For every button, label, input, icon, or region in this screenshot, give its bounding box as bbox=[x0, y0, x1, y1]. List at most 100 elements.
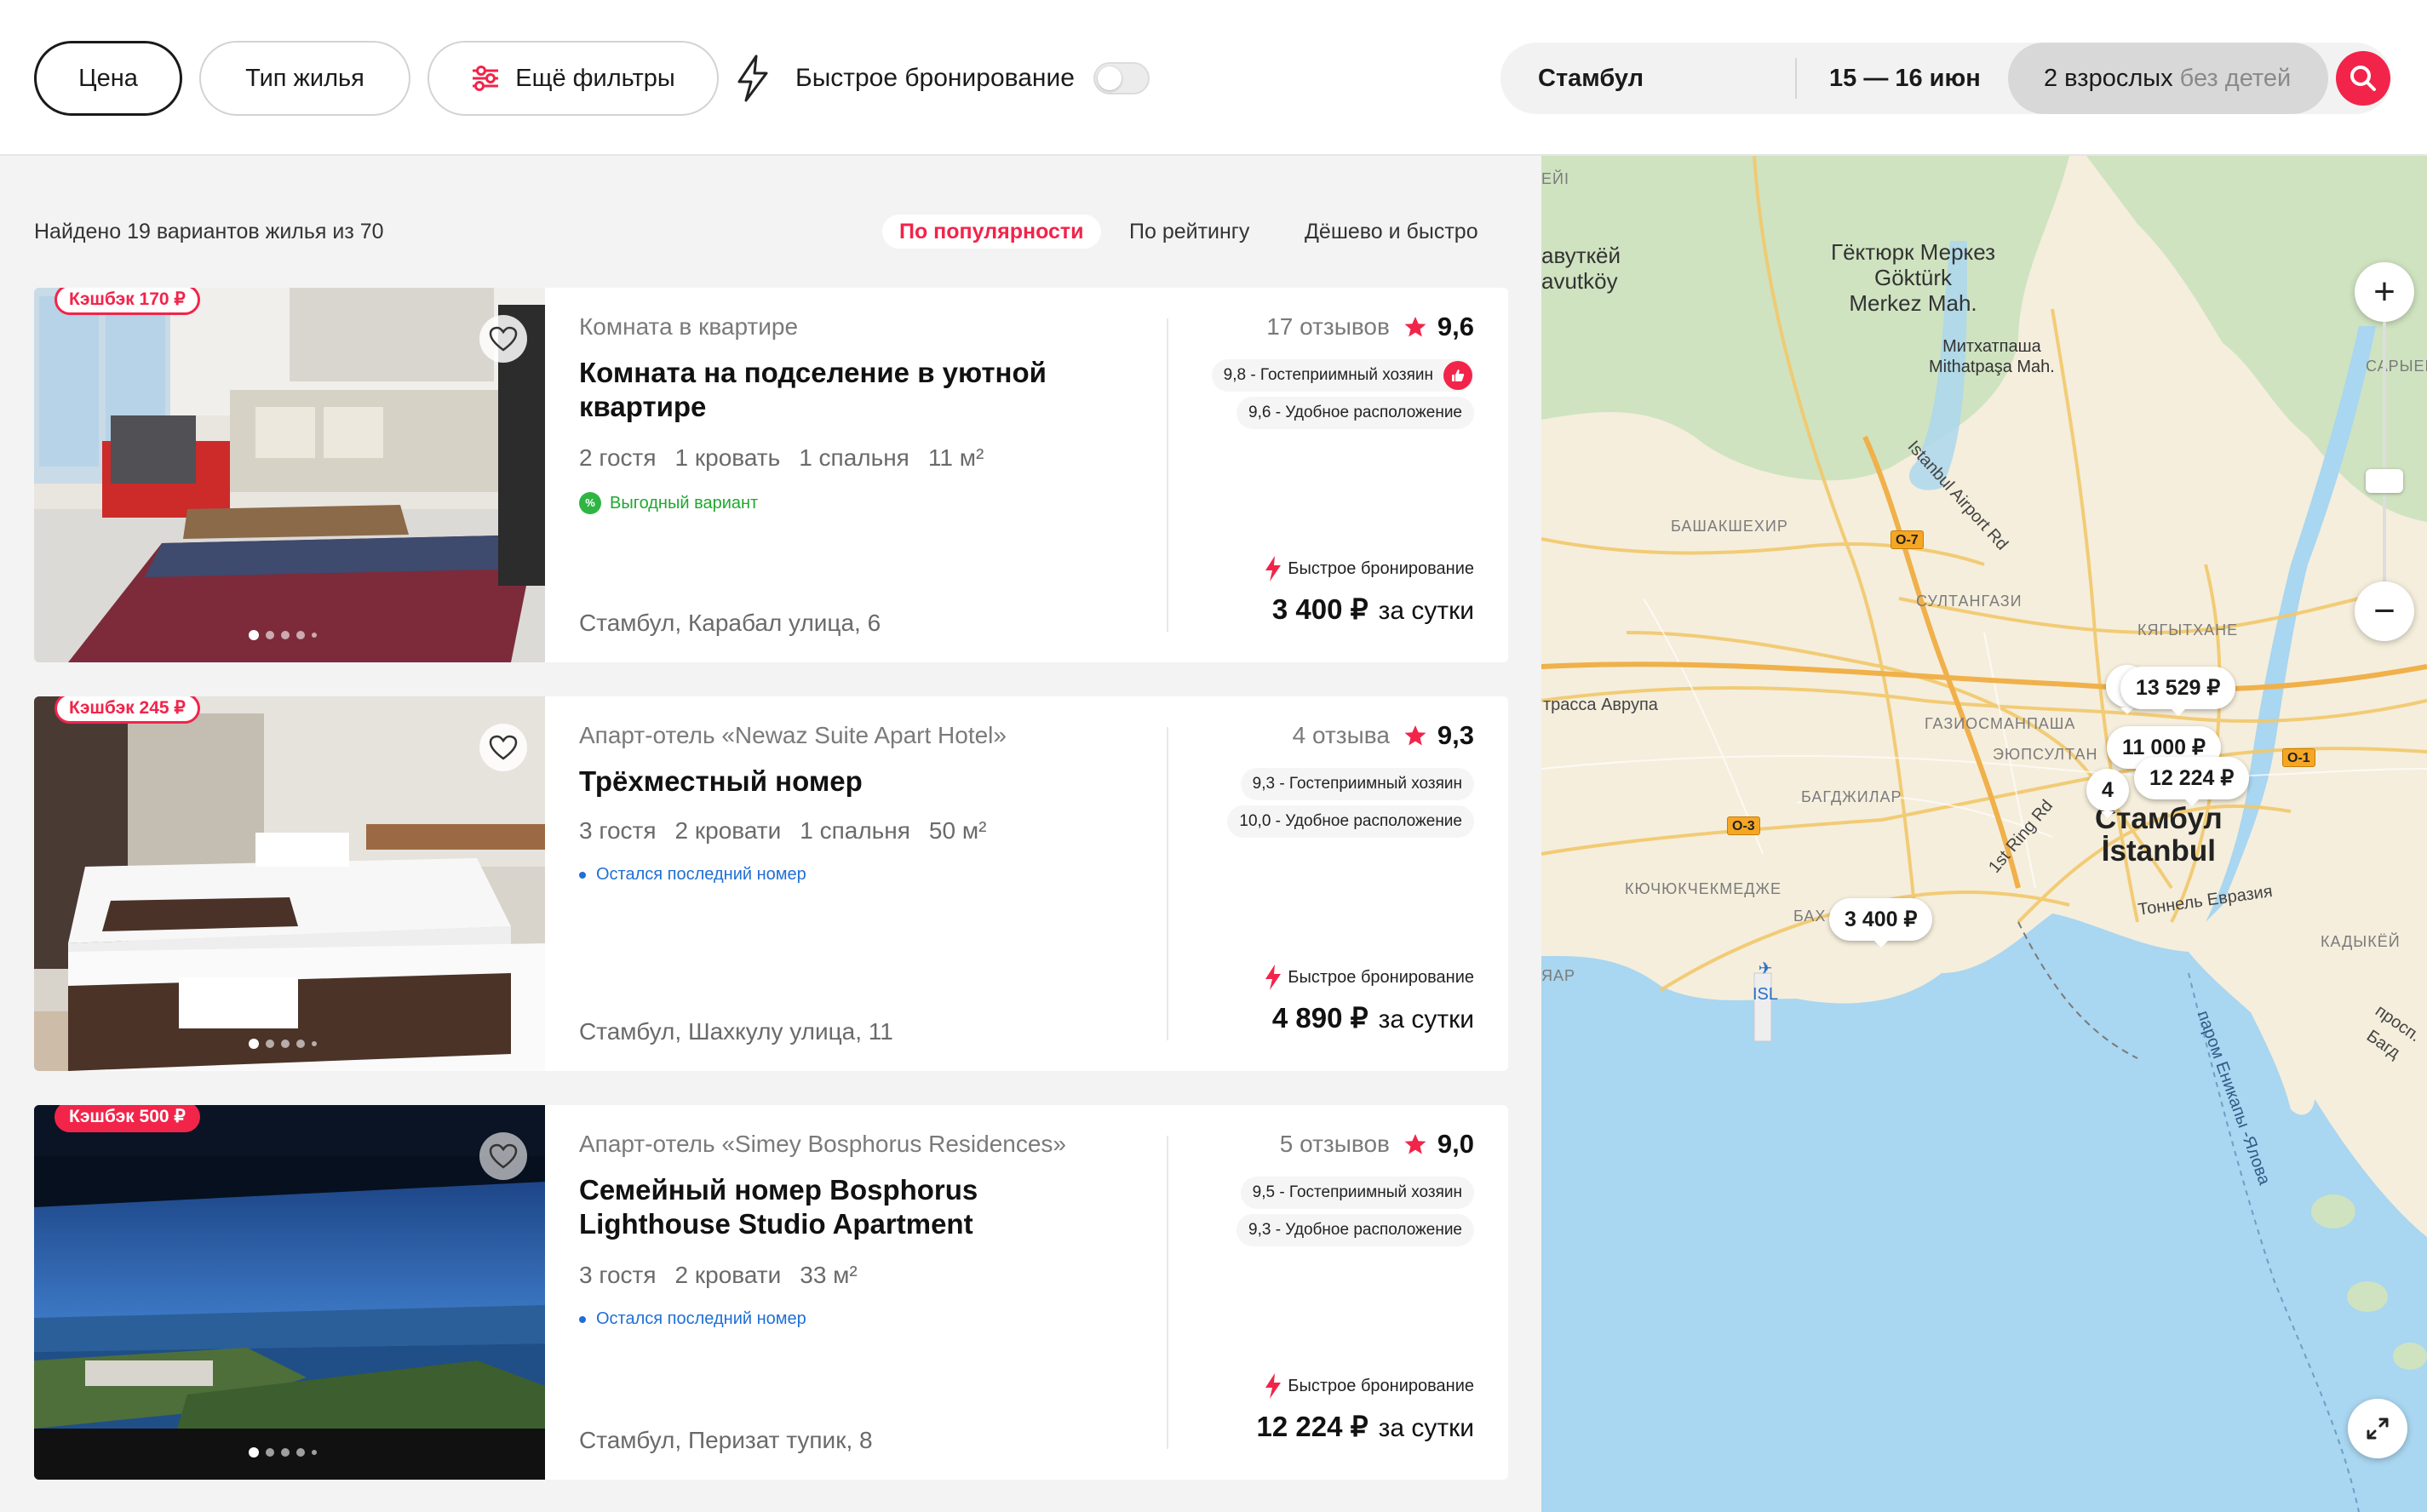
price-period: за сутки bbox=[1378, 597, 1474, 625]
search-bar: Стамбул 15 — 16 июн 2 взрослых без детей bbox=[1500, 43, 2391, 114]
highway-shield-o7: O-7 bbox=[1891, 530, 1924, 549]
favorite-button[interactable] bbox=[479, 1132, 527, 1180]
favorite-button[interactable] bbox=[479, 315, 527, 363]
thumbs-up-icon bbox=[1443, 361, 1472, 390]
listing-photo[interactable]: Кэшбэк 245 ₽ bbox=[34, 696, 545, 1071]
fast-booking-text: Быстрое бронирование bbox=[1288, 558, 1474, 578]
dates-field[interactable]: 15 — 16 июн bbox=[1829, 43, 1981, 114]
listing-address: Стамбул, Шахкулу улица, 11 bbox=[579, 1018, 893, 1045]
chip-host-text: 9,8 - Гостеприимный хозяин bbox=[1223, 366, 1433, 384]
listing-specs: 3 гостя 2 кровати 33 м² bbox=[579, 1262, 876, 1289]
card-divider bbox=[1167, 727, 1168, 1040]
reviews-summary[interactable]: 17 отзывов 9,6 bbox=[1266, 312, 1474, 342]
room-photo-image bbox=[34, 696, 545, 1071]
map-label-europe-highway: трасса Аврупа bbox=[1543, 696, 1658, 714]
guests-field[interactable]: 2 взрослых без детей bbox=[2008, 43, 2328, 114]
plus-icon: + bbox=[2373, 271, 2395, 312]
photo-pagination bbox=[249, 1447, 324, 1458]
rating-score: 9,6 bbox=[1437, 312, 1474, 341]
spec-area: 11 м² bbox=[927, 444, 984, 471]
fast-booking-badge: Быстрое бронирование bbox=[1264, 1372, 1474, 1400]
listing-type: Апарт-отель «Simey Bosphorus Residences» bbox=[579, 1131, 1066, 1157]
map-label-bagcilar: БАГДЖИЛАР bbox=[1801, 788, 1902, 805]
listing-card[interactable]: Кэшбэк 500 ₽ Апарт-отель «Simey Bosphoru… bbox=[34, 1105, 1508, 1480]
fast-booking-badge: Быстрое бронирование bbox=[1264, 964, 1474, 991]
map-label-basaksehir: БАШАКШЕХИР bbox=[1671, 518, 1788, 535]
map-label-avutkoy: авуткёй avutköy bbox=[1541, 243, 1621, 294]
sort-cheap-fast[interactable]: Дёшево и быстро bbox=[1288, 215, 1495, 249]
spec-beds: 2 кровати bbox=[674, 1262, 782, 1288]
listing-title[interactable]: Семейный номер Bosphorus Lighthouse Stud… bbox=[579, 1173, 1124, 1241]
heart-icon bbox=[489, 735, 518, 760]
map-label-sariyer: САРЫЕР bbox=[2366, 358, 2427, 375]
more-filters-label: Ещё фильтры bbox=[515, 64, 675, 92]
fast-booking-text: Быстрое бронирование bbox=[1288, 967, 1474, 987]
fast-booking-toggle-row[interactable]: Быстрое бронирование bbox=[734, 53, 1150, 104]
listing-type: Апарт-отель «Newaz Suite Apart Hotel» bbox=[579, 722, 1007, 748]
price-filter-label: Цена bbox=[78, 64, 138, 92]
card-divider bbox=[1167, 1136, 1168, 1449]
last-room-note: Остался последний номер bbox=[579, 1309, 806, 1329]
minus-icon: − bbox=[2373, 590, 2395, 632]
spec-area: 50 м² bbox=[928, 817, 987, 844]
rating-chip-host: 9,5 - Гостеприимный хозяин bbox=[1240, 1177, 1474, 1209]
price-value: 12 224 ₽ bbox=[1256, 1411, 1368, 1442]
fast-booking-switch[interactable] bbox=[1093, 62, 1150, 94]
sort-popularity[interactable]: По популярности bbox=[882, 215, 1101, 249]
city-field[interactable]: Стамбул bbox=[1538, 43, 1644, 114]
housing-type-label: Тип жилья bbox=[245, 64, 364, 92]
cashback-badge: Кэшбэк 245 ₽ bbox=[55, 696, 200, 724]
zoom-in-button[interactable]: + bbox=[2355, 262, 2414, 322]
sort-rating[interactable]: По рейтингу bbox=[1112, 215, 1266, 249]
fullscreen-button[interactable] bbox=[2348, 1399, 2407, 1458]
map-panel[interactable]: авуткёй avutköy Гёктюрк Меркез Göktürk Merk… bbox=[1541, 156, 2427, 1512]
listing-photo[interactable]: Кэшбэк 500 ₽ bbox=[34, 1105, 545, 1480]
lightning-icon bbox=[1265, 1373, 1282, 1399]
listing-title[interactable]: Трёхместный номер bbox=[579, 765, 1124, 799]
listing-card[interactable]: Кэшбэк 170 ₽ Комната в квартире Комната … bbox=[34, 288, 1508, 662]
discount-icon: % bbox=[579, 492, 601, 514]
zoom-slider-handle[interactable] bbox=[2366, 469, 2403, 493]
price-marker[interactable]: 13 529 ₽ bbox=[2120, 667, 2236, 716]
good-deal-note: % Выгодный вариант bbox=[579, 492, 758, 514]
listing-title[interactable]: Комната на подселение в уютной квартире bbox=[579, 356, 1124, 424]
reviews-summary[interactable]: 5 отзывов 9,0 bbox=[1280, 1129, 1474, 1160]
spec-guests: 2 гостя bbox=[579, 444, 657, 471]
fast-booking-label: Быстрое бронирование bbox=[795, 64, 1075, 92]
map-label-sultangazi: СУЛТАНГАЗИ bbox=[1916, 593, 2023, 610]
heart-icon bbox=[489, 326, 518, 352]
highway-shield-o3: O-3 bbox=[1727, 816, 1760, 835]
price-value: 3 400 ₽ bbox=[1271, 593, 1368, 625]
star-icon bbox=[1404, 725, 1426, 746]
cashback-badge: Кэшбэк 170 ₽ bbox=[55, 288, 200, 315]
good-deal-text: Выгодный вариант bbox=[610, 493, 759, 513]
price-value: 4 890 ₽ bbox=[1271, 1002, 1368, 1034]
price-marker[interactable]: 12 224 ₽ bbox=[2134, 757, 2250, 806]
search-button[interactable] bbox=[2336, 51, 2390, 106]
rating-score: 9,0 bbox=[1437, 1129, 1474, 1159]
reviews-summary[interactable]: 4 отзыва 9,3 bbox=[1293, 720, 1474, 751]
price-marker[interactable]: 4 bbox=[2086, 769, 2129, 818]
zoom-out-button[interactable]: − bbox=[2355, 581, 2414, 641]
search-divider bbox=[1795, 58, 1797, 99]
housing-type-filter-button[interactable]: Тип жилья bbox=[199, 41, 410, 116]
map-label-gaziosmanpasa: ГАЗИОСМАНПАША bbox=[1925, 715, 2076, 732]
price-period: за сутки bbox=[1378, 1005, 1474, 1034]
more-filters-button[interactable]: Ещё фильтры bbox=[427, 41, 719, 116]
lightning-icon bbox=[1265, 556, 1282, 581]
price-filter-button[interactable]: Цена bbox=[34, 41, 182, 116]
airport-label: ISL bbox=[1753, 985, 1779, 1004]
children-text: без детей bbox=[2179, 65, 2292, 92]
listing-card[interactable]: Кэшбэк 245 ₽ Апарт-отель «Newaz Suite Ap… bbox=[34, 696, 1508, 1071]
star-icon bbox=[1404, 317, 1426, 337]
listing-specs: 2 гостя 1 кровать 1 спальня 11 м² bbox=[579, 444, 1002, 472]
top-bar: Цена Тип жилья Ещё фильтры Быстрое брони… bbox=[0, 0, 2427, 156]
search-icon bbox=[2350, 66, 2376, 91]
listing-photo[interactable]: Кэшбэк 170 ₽ bbox=[34, 288, 545, 662]
price-marker[interactable]: 3 400 ₽ bbox=[1829, 898, 1933, 948]
rating-chip-location: 9,6 - Удобное расположение bbox=[1236, 397, 1474, 429]
spec-beds: 2 кровати bbox=[674, 817, 782, 844]
favorite-button[interactable] bbox=[479, 724, 527, 771]
map-label-kagithane: КЯГЫТХАНЕ bbox=[2137, 621, 2239, 639]
spec-guests: 3 гостя bbox=[579, 817, 657, 844]
